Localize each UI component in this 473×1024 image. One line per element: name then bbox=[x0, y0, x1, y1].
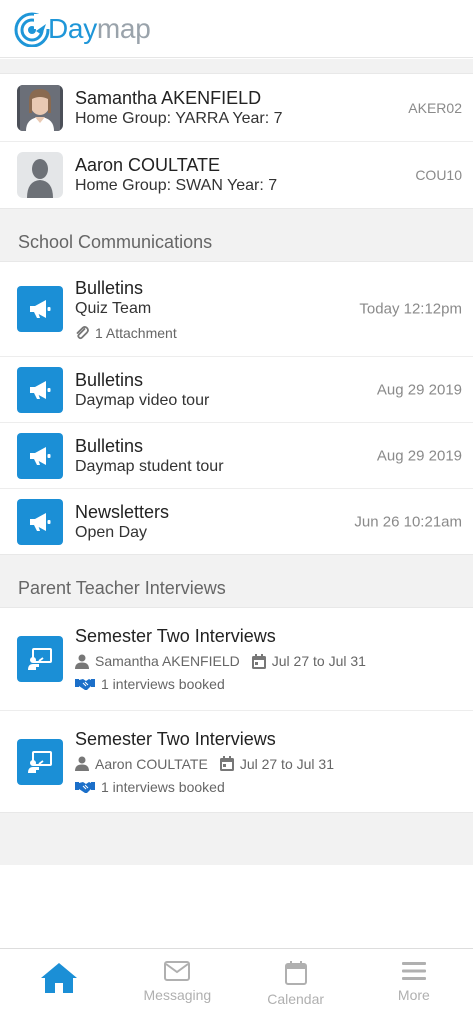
interview-item[interactable]: Semester Two Interviews Aaron COULTATE J… bbox=[0, 710, 473, 812]
interview-meta: Aaron COULTATE Jul 27 to Jul 31 bbox=[75, 755, 473, 773]
interview-booked: 1 interviews booked bbox=[75, 778, 473, 796]
communication-item[interactable]: Newsletters Open Day Jun 26 10:21am bbox=[0, 488, 473, 554]
tab-calendar[interactable]: Calendar bbox=[237, 949, 355, 1024]
communications-card: Bulletins Quiz Team 1 Attachment Today 1… bbox=[0, 261, 473, 555]
tab-label: Messaging bbox=[143, 987, 212, 1003]
logo-text: Daymap bbox=[48, 12, 151, 44]
attachment-info: 1 Attachment bbox=[75, 324, 473, 342]
communication-time: Today 12:12pm bbox=[359, 300, 462, 318]
bottom-tab-bar: Messaging Calendar More bbox=[0, 948, 473, 1024]
student-row[interactable]: Aaron COULTATE Home Group: SWAN Year: 7 … bbox=[0, 141, 473, 208]
avatar-placeholder bbox=[17, 152, 63, 198]
megaphone-icon bbox=[17, 286, 63, 332]
tab-messaging[interactable]: Messaging bbox=[118, 949, 236, 1024]
presentation-icon bbox=[17, 636, 63, 682]
main-content: Samantha AKENFIELD Home Group: YARRA Yea… bbox=[0, 59, 473, 865]
communication-time: Aug 29 2019 bbox=[376, 447, 462, 464]
section-header-communications: School Communications bbox=[18, 232, 213, 252]
student-row[interactable]: Samantha AKENFIELD Home Group: YARRA Yea… bbox=[0, 74, 473, 141]
communication-category: Bulletins bbox=[75, 277, 144, 298]
communication-item[interactable]: Bulletins Daymap student tour Aug 29 201… bbox=[0, 422, 473, 488]
tab-more[interactable]: More bbox=[355, 949, 473, 1024]
daymap-logo: Daymap bbox=[14, 11, 151, 47]
mail-icon bbox=[164, 961, 191, 981]
interview-booked: 1 interviews booked bbox=[75, 675, 473, 693]
avatar bbox=[17, 84, 63, 131]
calendar-icon bbox=[284, 961, 307, 985]
calendar-small-icon bbox=[219, 756, 234, 771]
person-icon bbox=[75, 654, 89, 669]
daymap-logo-icon bbox=[14, 12, 50, 47]
communication-time: Aug 29 2019 bbox=[376, 381, 462, 398]
calendar-small-icon bbox=[251, 653, 266, 669]
app-header: Daymap bbox=[0, 0, 473, 58]
handshake-icon bbox=[75, 780, 95, 794]
interview-title: Semester Two Interviews bbox=[75, 626, 276, 646]
interview-meta: Samantha AKENFIELD Jul 27 to Jul 31 bbox=[75, 652, 473, 670]
handshake-icon bbox=[75, 677, 95, 691]
student-name: Aaron COULTATE bbox=[75, 155, 221, 175]
student-code: COU10 bbox=[415, 167, 462, 183]
student-details: Home Group: SWAN Year: 7 bbox=[75, 177, 278, 194]
communication-item[interactable]: Bulletins Quiz Team 1 Attachment Today 1… bbox=[0, 262, 473, 356]
megaphone-icon bbox=[17, 366, 63, 413]
communication-time: Jun 26 10:21am bbox=[354, 513, 462, 530]
megaphone-icon bbox=[17, 498, 63, 545]
section-header-interviews: Parent Teacher Interviews bbox=[18, 578, 226, 598]
megaphone-icon bbox=[17, 432, 63, 479]
interview-title: Semester Two Interviews bbox=[75, 728, 276, 749]
paperclip-icon bbox=[75, 325, 89, 341]
interview-item[interactable]: Semester Two Interviews Samantha AKENFIE… bbox=[0, 608, 473, 710]
communication-item[interactable]: Bulletins Daymap video tour Aug 29 2019 bbox=[0, 356, 473, 422]
home-icon bbox=[41, 963, 78, 993]
students-card: Samantha AKENFIELD Home Group: YARRA Yea… bbox=[0, 73, 473, 209]
tab-label: More bbox=[397, 987, 430, 1003]
tab-label: Calendar bbox=[267, 991, 325, 1007]
presentation-icon bbox=[17, 738, 63, 785]
tab-home[interactable] bbox=[0, 949, 118, 1024]
person-icon bbox=[75, 756, 89, 771]
interviews-card: Semester Two Interviews Samantha AKENFIE… bbox=[0, 607, 473, 813]
menu-icon bbox=[401, 962, 426, 980]
student-code: AKER02 bbox=[408, 99, 462, 116]
